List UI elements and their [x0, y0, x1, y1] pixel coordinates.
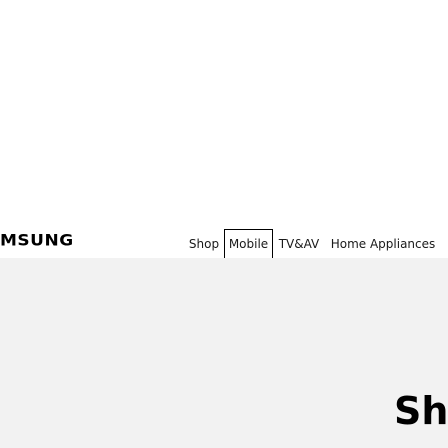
nav-item-tv-av[interactable]: TV&AV — [277, 229, 321, 259]
nav-item-mobile[interactable]: Mobile — [224, 229, 273, 259]
hero-headline: Sh — [394, 389, 448, 433]
hero-banner — [0, 258, 448, 448]
nav-item-home-appliances[interactable]: Home Appliances — [327, 229, 439, 259]
nav-item-shop[interactable]: Shop — [186, 229, 222, 259]
samsung-logo[interactable]: MSUNG — [0, 233, 74, 250]
site-header: MSUNG Shop Mobile TV&AV Home Appliances — [0, 0, 448, 259]
page: MSUNG Shop Mobile TV&AV Home Appliances … — [0, 0, 448, 448]
